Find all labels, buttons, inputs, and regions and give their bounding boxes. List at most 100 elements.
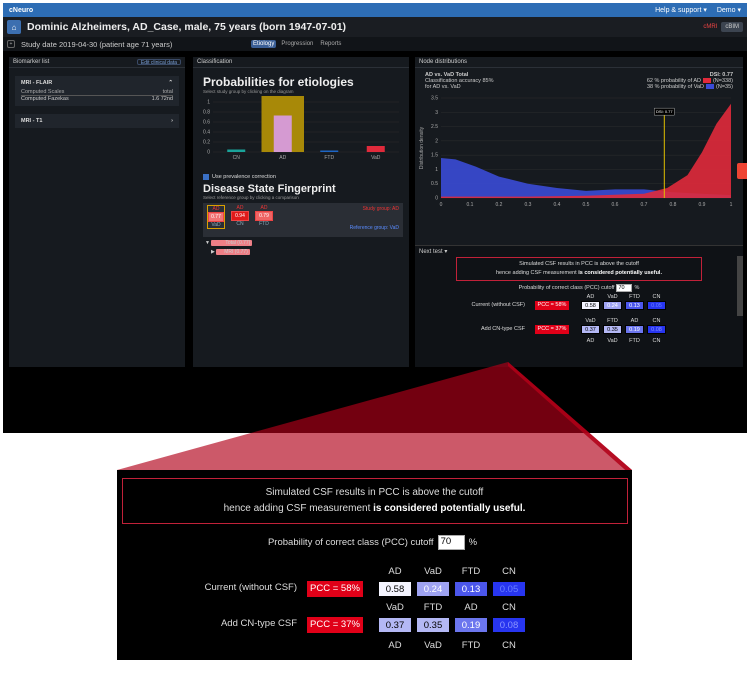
flair-accordion[interactable]: MRI - FLAIR ⌃ Computed Scales total Comput…: [15, 76, 179, 106]
dist-x-tick: 0.5: [583, 202, 590, 208]
t1-accordion[interactable]: MRI - T1 ›: [15, 114, 179, 128]
prevalence-checkbox[interactable]: Use prevalence correction: [203, 174, 409, 180]
tab-reports[interactable]: Reports: [318, 40, 343, 48]
current-value[interactable]: 0.24: [603, 301, 622, 310]
cmri-label[interactable]: cMRI: [703, 24, 717, 30]
tree-node-total[interactable]: ▼ Total (0.77): [205, 240, 409, 246]
current-value[interactable]: 0.13: [454, 581, 488, 597]
dist-y-label: Distribution density: [419, 126, 425, 169]
csf-head: VaD: [386, 602, 404, 613]
current-head: AD: [586, 294, 595, 300]
bar-ad: [273, 115, 292, 152]
distribution-chart[interactable]: 0 0.5 1 1.5 2 2.5 3 3.5 0 0.1 0.2 0.3 0.4 0.5 0.6 0.7 0.…: [415, 90, 743, 220]
top-bar: cNeuro Help & support ▾ Demo ▾: [3, 3, 747, 17]
csf-value[interactable]: 0.19: [625, 325, 644, 334]
fp-nm: VaD: [211, 222, 221, 228]
bar-x-tick: CN: [233, 155, 241, 161]
current-row-label: Current (without CSF): [204, 582, 297, 593]
bar-y-tick: 0.8: [203, 110, 210, 116]
pcc-unit: %: [634, 285, 640, 291]
chevron-right-icon[interactable]: ›: [171, 118, 173, 124]
csf-value[interactable]: 0.08: [647, 325, 666, 334]
col-total: total: [162, 89, 173, 95]
etiology-heading: Probabilities for etiologies: [203, 75, 354, 89]
expand-icon[interactable]: +: [7, 40, 15, 48]
csf-value[interactable]: 0.19: [454, 617, 488, 633]
fp-val: 0.77: [208, 212, 224, 222]
dist-x-tick: 0.7: [641, 202, 648, 208]
dsi-marker-label: DSI: 0.77: [656, 109, 673, 114]
bar-y-tick: 0.4: [203, 130, 210, 136]
pcc-input[interactable]: 70: [616, 284, 633, 292]
msg-line2b: is considered potentially useful.: [578, 270, 662, 276]
tree-total-label[interactable]: Total (0.77): [211, 240, 253, 246]
dist-x-tick: 0.4: [554, 202, 561, 208]
cbim-button[interactable]: cBIM: [721, 22, 743, 32]
bottom-head: FTD: [461, 640, 481, 651]
tab-progression[interactable]: Progression: [279, 40, 315, 48]
csf-pcc-badge: PCC = 37%: [535, 325, 569, 334]
current-head: FTD: [461, 566, 481, 577]
study-date: Study date 2019-04-30 (patient age 71 ye…: [21, 39, 173, 49]
fp-box-vad[interactable]: AD 0.77 VaD: [207, 205, 225, 229]
fp-box-cn[interactable]: AD 0.94 CN: [231, 205, 249, 227]
expand-side-icon[interactable]: [737, 163, 747, 179]
next-test-dropdown[interactable]: Next test ▾: [419, 248, 447, 255]
csf-value[interactable]: 0.37: [581, 325, 600, 334]
dist-x-tick: 0.1: [467, 202, 474, 208]
biomarker-title: Biomarker list: [13, 59, 50, 65]
fp-val: 0.94: [231, 211, 249, 221]
etiology-bar-chart[interactable]: 0 0.2 0.4 0.6 0.8 1 CN AD FTD VaD: [193, 94, 409, 166]
csf-head: AD: [630, 318, 639, 324]
zoom-pcc-unit: %: [468, 537, 478, 548]
result-table-small: Current (without CSF) PCC = 58% Add CN-typ…: [415, 292, 743, 352]
edit-clinical-button[interactable]: Edit clinical data: [136, 59, 181, 66]
reference-group-label: Reference group: VaD: [349, 225, 399, 231]
fingerprint-heading: Disease State Fingerprint: [203, 183, 336, 195]
legend-ad-swatch: [702, 78, 711, 84]
current-value[interactable]: 0.13: [625, 301, 644, 310]
brand-label: cNeuro: [9, 6, 34, 14]
legend-vad-swatch: [706, 84, 715, 90]
home-icon[interactable]: ⌂: [7, 20, 21, 34]
current-head: AD: [388, 566, 402, 577]
csf-head: CN: [652, 318, 661, 324]
tree-mri-label[interactable]: MRI (0.77): [216, 249, 250, 255]
current-value[interactable]: 0.24: [416, 581, 450, 597]
demo-menu[interactable]: Demo ▾: [717, 6, 741, 14]
dist-y-tick: 3: [435, 110, 438, 116]
current-value[interactable]: 0.05: [647, 301, 666, 310]
current-head: VaD: [424, 566, 442, 577]
zoom-pcc-label: Probability of correct class (PCC) cutof…: [267, 537, 434, 548]
bar-vad: [366, 146, 385, 152]
bottom-head: VaD: [607, 338, 618, 344]
checkbox-icon[interactable]: [203, 174, 209, 180]
result-table-large: Current (without CSF) PCC = 58% Add CN-typ…: [117, 550, 632, 670]
node-distribution-panel: Node distributions AD vs. VaD Total DSI: …: [415, 57, 743, 245]
dist-x-tick: 0: [440, 202, 443, 208]
bar-y-tick: 0: [207, 150, 210, 156]
csf-value[interactable]: 0.08: [492, 617, 526, 633]
zoom-pcc-input[interactable]: 70: [437, 535, 465, 550]
current-value[interactable]: 0.58: [581, 301, 600, 310]
study-bar: + Study date 2019-04-30 (patient age 71 …: [3, 37, 747, 51]
chevron-up-icon[interactable]: ⌃: [168, 80, 173, 86]
fp-box-ftd[interactable]: AD 0.79 FTD: [255, 205, 273, 227]
csf-value[interactable]: 0.37: [378, 617, 412, 633]
bar-y-tick: 1: [207, 100, 210, 106]
bar-y-tick: 0.2: [203, 140, 210, 146]
current-head: CN: [502, 566, 516, 577]
csf-value[interactable]: 0.35: [603, 325, 622, 334]
current-value[interactable]: 0.58: [378, 581, 412, 597]
tree-node-mri[interactable]: ▶ MRI (0.77): [211, 249, 409, 255]
fazekas-label: Computed Fazekas: [21, 96, 69, 102]
app-window: cNeuro Help & support ▾ Demo ▾ ⌂ Dominic…: [3, 3, 747, 433]
csf-head: CN: [502, 602, 516, 613]
fp-nm: CN: [236, 221, 244, 227]
csf-value[interactable]: 0.35: [416, 617, 450, 633]
current-value[interactable]: 0.05: [492, 581, 526, 597]
tab-etiology[interactable]: Etiology: [251, 40, 277, 48]
help-menu[interactable]: Help & support ▾: [655, 6, 707, 14]
col-scales: Computed Scales: [21, 89, 65, 95]
t1-label: MRI - T1: [21, 118, 43, 124]
